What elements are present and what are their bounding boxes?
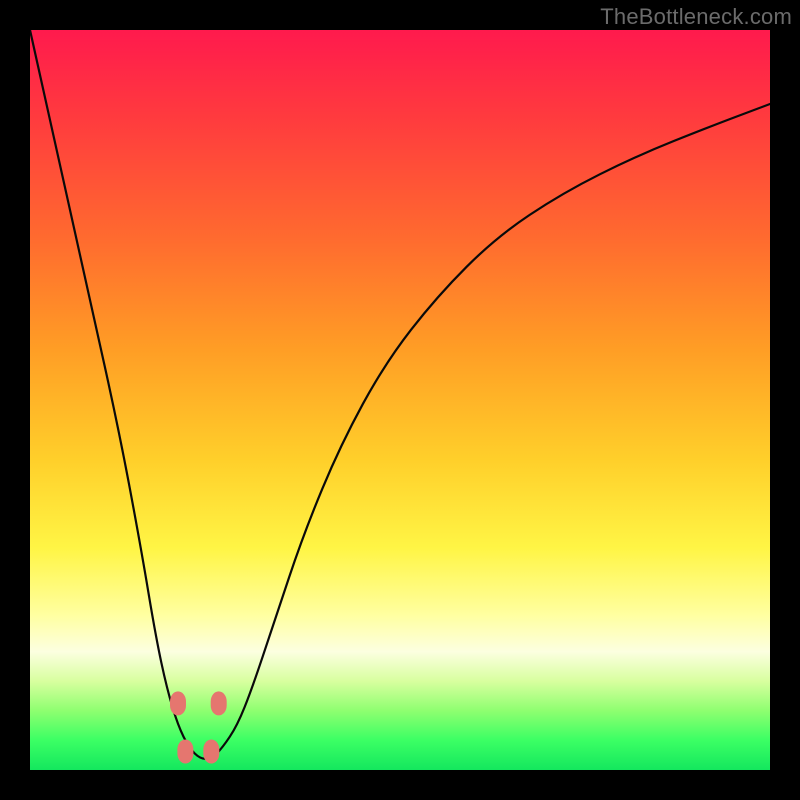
watermark-text: TheBottleneck.com [600, 4, 792, 30]
curve-marker-1 [211, 691, 227, 715]
bottleneck-curve-path [30, 30, 770, 759]
curve-svg [30, 30, 770, 770]
curve-marker-3 [203, 740, 219, 764]
plot-area [30, 30, 770, 770]
curve-marker-0 [170, 691, 186, 715]
chart-frame: TheBottleneck.com [0, 0, 800, 800]
curve-marker-2 [177, 740, 193, 764]
